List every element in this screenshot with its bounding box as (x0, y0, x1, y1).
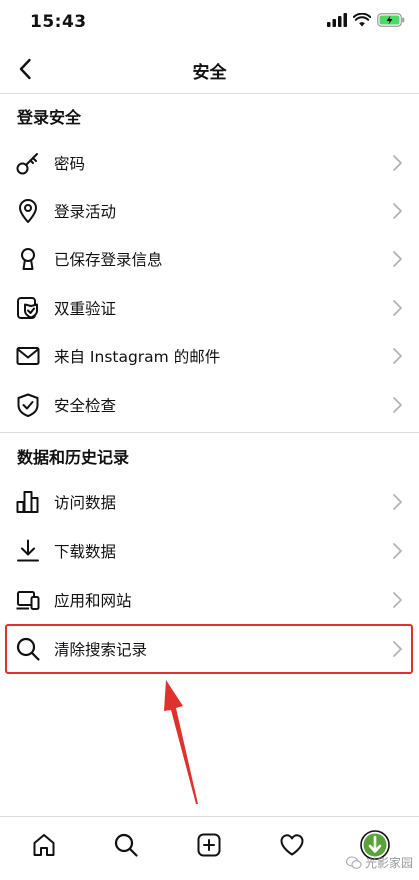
bar-chart-icon (14, 488, 42, 516)
chevron-right-icon (393, 494, 402, 510)
shield-phone-icon (14, 294, 42, 322)
chevron-right-icon (393, 155, 402, 171)
tab-search[interactable] (108, 827, 144, 863)
section-divider (0, 432, 419, 433)
page-title: 安全 (192, 63, 227, 83)
settings-item-two-factor[interactable]: 双重验证 (0, 284, 419, 332)
settings-item-label: 密码 (54, 155, 86, 173)
settings-item-apps-websites[interactable]: 应用和网站 (0, 576, 419, 624)
status-bar: 15:43 (0, 0, 419, 44)
settings-item-label: 清除搜索记录 (54, 641, 148, 659)
settings-item-label: 安全检查 (54, 397, 117, 415)
search-icon (114, 833, 138, 857)
chevron-right-icon (393, 592, 402, 608)
tab-home[interactable] (26, 827, 62, 863)
chevron-right-icon (393, 397, 402, 413)
settings-item-access-data[interactable]: 访问数据 (0, 478, 419, 526)
wechat-icon (345, 855, 362, 869)
settings-item-label: 已保存登录信息 (54, 251, 163, 269)
settings-item-instagram-emails[interactable]: 来自 Instagram 的邮件 (0, 332, 419, 380)
signal-icon (327, 13, 347, 27)
key-icon (14, 149, 42, 177)
chevron-right-icon (393, 543, 402, 559)
status-time: 15:43 (30, 12, 87, 32)
chevron-right-icon (393, 641, 402, 657)
mail-icon (14, 342, 42, 370)
annotation-arrow (164, 680, 198, 804)
chevron-right-icon (393, 348, 402, 364)
chevron-right-icon (393, 203, 402, 219)
chevron-right-icon (393, 251, 402, 267)
tab-activity[interactable] (274, 827, 310, 863)
settings-item-label: 双重验证 (54, 300, 117, 318)
search-icon (14, 635, 42, 663)
chevron-right-icon (393, 300, 402, 316)
wifi-icon (353, 13, 371, 27)
settings-item-download-data[interactable]: 下载数据 (0, 527, 419, 575)
keyhole-icon (14, 245, 42, 273)
settings-item-label: 访问数据 (54, 494, 117, 512)
add-icon (197, 833, 221, 857)
watermark-text: 光影家园 (364, 856, 413, 870)
location-pin-icon (14, 197, 42, 225)
settings-item-login-activity[interactable]: 登录活动 (0, 187, 419, 235)
battery-charging-icon (377, 13, 405, 27)
status-icons (327, 13, 405, 27)
settings-item-label: 应用和网站 (54, 592, 132, 610)
shield-check-icon (14, 391, 42, 419)
settings-item-label: 登录活动 (54, 203, 117, 221)
download-icon (14, 537, 42, 565)
settings-item-saved-login[interactable]: 已保存登录信息 (0, 235, 419, 283)
home-icon (33, 834, 55, 856)
settings-item-label: 来自 Instagram 的邮件 (54, 348, 221, 366)
settings-item-clear-search-history[interactable]: 清除搜索记录 (0, 625, 419, 673)
devices-icon (14, 586, 42, 614)
settings-item-label: 下载数据 (54, 543, 117, 561)
nav-bar: 安全 (0, 44, 419, 94)
settings-item-security-checkup[interactable]: 安全检查 (0, 381, 419, 429)
section-header-data-history: 数据和历史记录 (17, 448, 130, 467)
tab-create[interactable] (191, 827, 227, 863)
heart-icon (280, 834, 304, 856)
section-header-login-security: 登录安全 (17, 108, 82, 127)
settings-item-password[interactable]: 密码 (0, 139, 419, 187)
watermark: 光影家园 (345, 854, 413, 871)
